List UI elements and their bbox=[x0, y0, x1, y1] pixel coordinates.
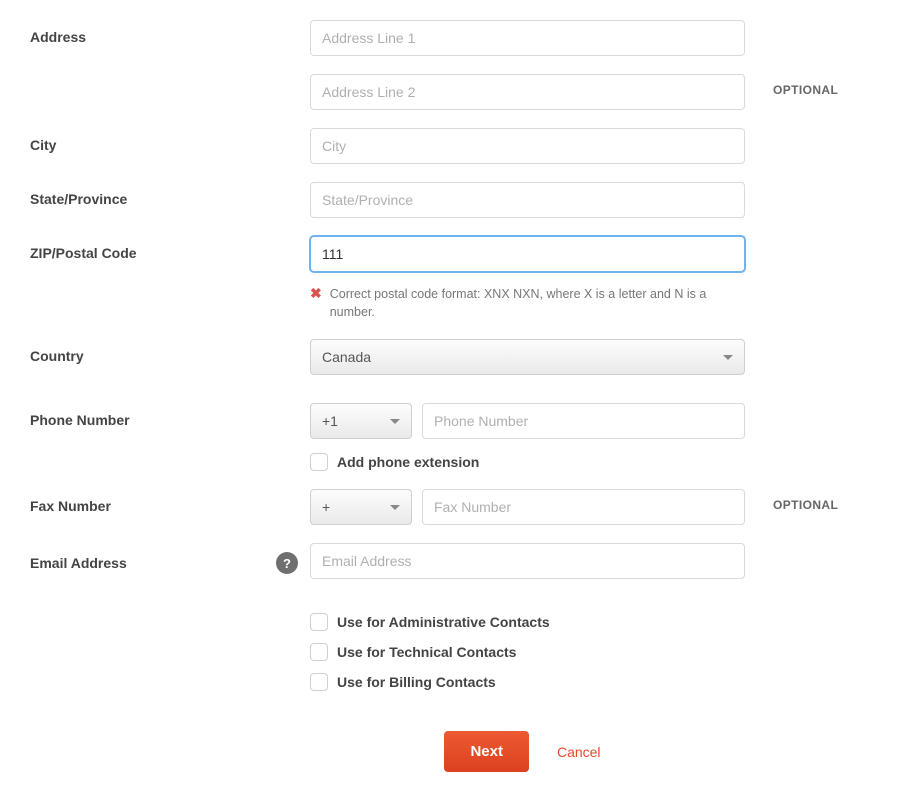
add-extension-checkbox[interactable] bbox=[310, 453, 328, 471]
help-icon[interactable]: ? bbox=[276, 552, 298, 574]
next-button[interactable]: Next bbox=[444, 731, 529, 772]
address-line-2-input[interactable] bbox=[310, 74, 745, 110]
city-input[interactable] bbox=[310, 128, 745, 164]
phone-label: Phone Number bbox=[30, 403, 310, 428]
phone-cc-value: +1 bbox=[322, 413, 338, 429]
city-label: City bbox=[30, 128, 310, 153]
cancel-link[interactable]: Cancel bbox=[557, 744, 601, 760]
zip-error-text: Correct postal code format: XNX NXN, whe… bbox=[330, 286, 745, 321]
fax-country-code-select[interactable]: + bbox=[310, 489, 412, 525]
chevron-down-icon bbox=[723, 355, 733, 360]
fax-label: Fax Number bbox=[30, 489, 310, 514]
error-icon: ✖ bbox=[310, 286, 322, 321]
country-select[interactable]: Canada bbox=[310, 339, 745, 375]
admin-contacts-checkbox[interactable] bbox=[310, 613, 328, 631]
billing-contacts-label: Use for Billing Contacts bbox=[337, 674, 496, 690]
email-label: Email Address bbox=[30, 555, 127, 571]
zip-input[interactable] bbox=[310, 236, 745, 272]
zip-label: ZIP/Postal Code bbox=[30, 236, 310, 261]
chevron-down-icon bbox=[390, 505, 400, 510]
technical-contacts-checkbox[interactable] bbox=[310, 643, 328, 661]
phone-country-code-select[interactable]: +1 bbox=[310, 403, 412, 439]
fax-optional-badge: OPTIONAL bbox=[745, 489, 838, 512]
fax-number-input[interactable] bbox=[422, 489, 745, 525]
add-extension-label: Add phone extension bbox=[337, 454, 479, 470]
address2-optional-badge: OPTIONAL bbox=[745, 74, 838, 97]
state-input[interactable] bbox=[310, 182, 745, 218]
email-input[interactable] bbox=[310, 543, 745, 579]
state-label: State/Province bbox=[30, 182, 310, 207]
country-selected-value: Canada bbox=[322, 349, 371, 365]
admin-contacts-label: Use for Administrative Contacts bbox=[337, 614, 550, 630]
phone-number-input[interactable] bbox=[422, 403, 745, 439]
chevron-down-icon bbox=[390, 419, 400, 424]
country-label: Country bbox=[30, 339, 310, 364]
billing-contacts-checkbox[interactable] bbox=[310, 673, 328, 691]
address-label: Address bbox=[30, 20, 310, 45]
technical-contacts-label: Use for Technical Contacts bbox=[337, 644, 516, 660]
address-line-1-input[interactable] bbox=[310, 20, 745, 56]
fax-cc-value: + bbox=[322, 499, 330, 515]
